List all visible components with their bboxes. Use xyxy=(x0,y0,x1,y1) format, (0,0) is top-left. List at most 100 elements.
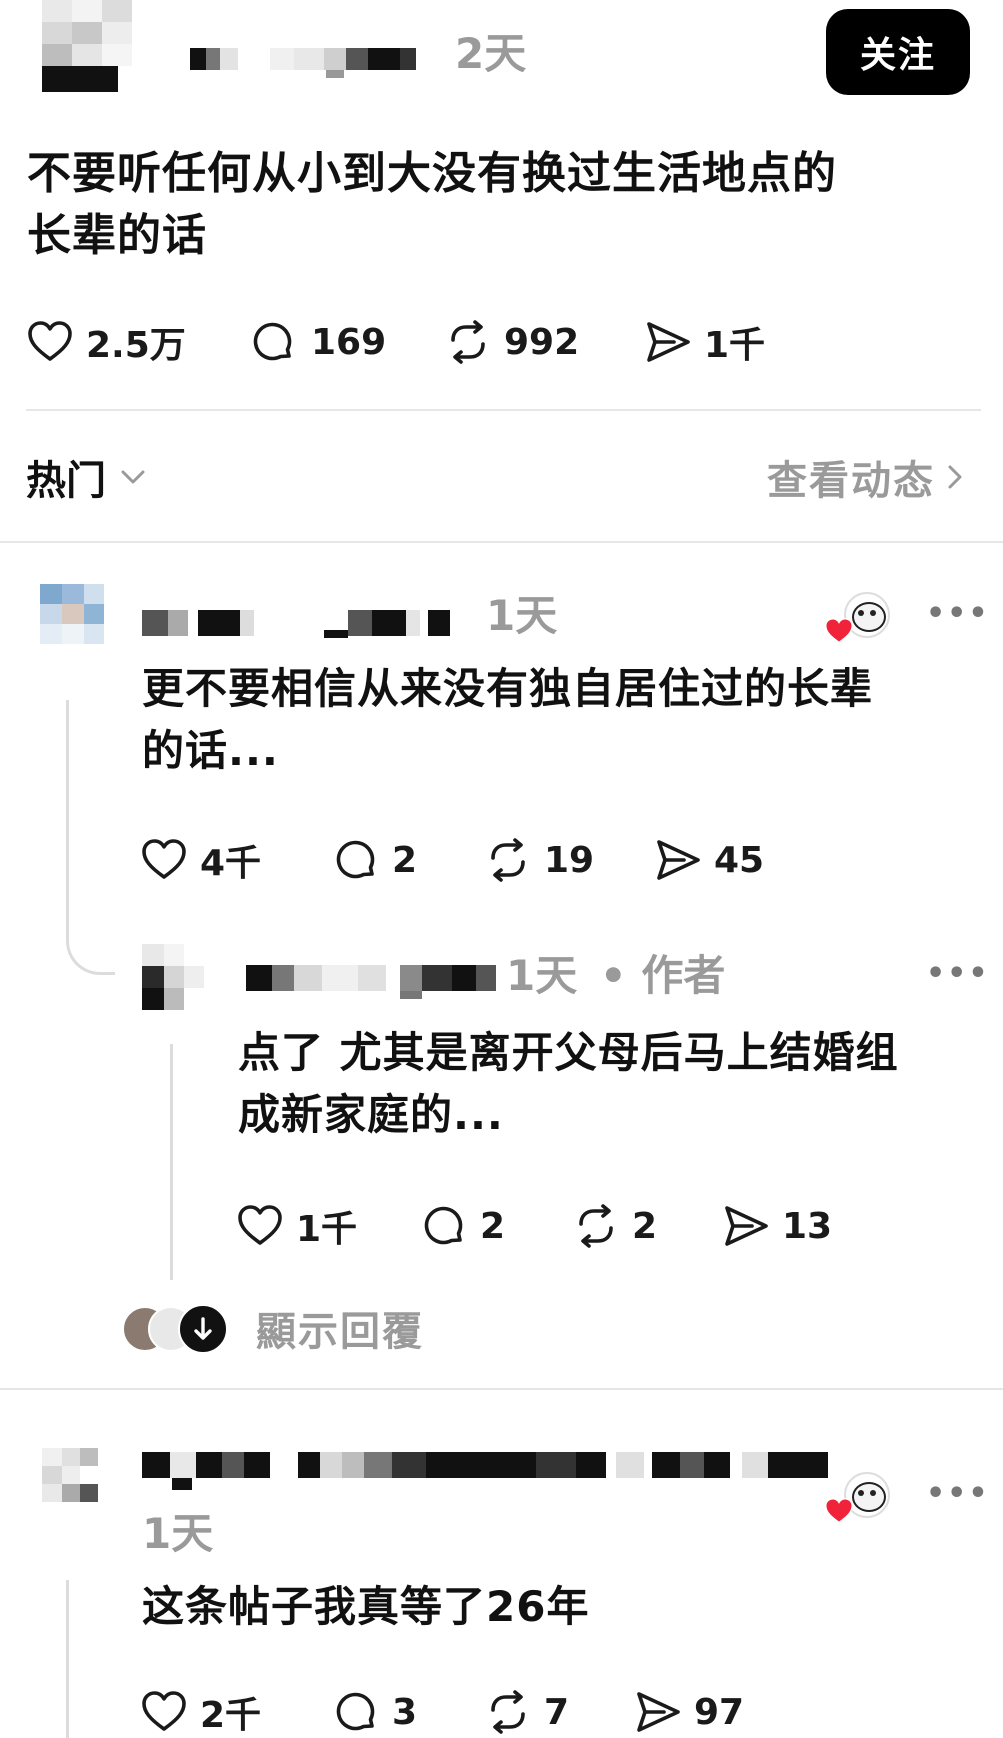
post-text: 不要听任何从小到大没有换过生活地点的 长辈的话 xyxy=(27,143,977,267)
arrow-down-icon xyxy=(178,1304,228,1354)
follow-button[interactable]: 关注 xyxy=(826,9,970,95)
repost-icon xyxy=(572,1202,620,1250)
like-button[interactable]: 4千 xyxy=(140,834,332,886)
reply-text: 更不要相信从来没有独自居住过的长辈 的话... xyxy=(142,658,982,782)
share-button[interactable]: 97 xyxy=(634,1688,764,1736)
thread-line xyxy=(170,1044,173,1280)
author-tag: • 作者 xyxy=(599,951,726,1000)
share-icon xyxy=(722,1202,770,1250)
view-activity-link[interactable]: 查看动态 xyxy=(767,448,967,506)
repost-button[interactable]: 19 xyxy=(484,836,654,884)
repost-icon xyxy=(484,1688,532,1736)
more-icon[interactable]: ••• xyxy=(926,1476,990,1511)
reply-username[interactable] xyxy=(142,1452,832,1492)
more-icon[interactable]: ••• xyxy=(926,956,990,991)
repost-button[interactable]: 2 xyxy=(572,1202,722,1250)
comment-count: 169 xyxy=(311,321,387,363)
heart-filled-icon xyxy=(825,618,853,644)
share-count: 1千 xyxy=(704,325,766,366)
comment-count: 2 xyxy=(480,1205,506,1247)
comment-icon xyxy=(249,318,297,366)
nested-avatar[interactable] xyxy=(142,944,204,1010)
sort-label: 热门 xyxy=(26,458,106,504)
like-button[interactable]: 1千 xyxy=(236,1200,420,1252)
nested-text: 点了 尤其是离开父母后马上结婚组 成新家庭的... xyxy=(238,1022,988,1146)
reply-text-line: 更不要相信从来没有独自居住过的长辈 xyxy=(142,664,874,713)
comment-button[interactable]: 2 xyxy=(332,836,484,884)
comment-count: 2 xyxy=(392,839,418,881)
share-icon xyxy=(634,1688,682,1736)
comment-icon xyxy=(420,1202,468,1250)
like-count: 4千 xyxy=(200,843,262,884)
share-count: 45 xyxy=(714,839,765,881)
repost-icon xyxy=(444,318,492,366)
reply-time: 1天 xyxy=(142,1509,214,1558)
post-time: 2天 xyxy=(455,29,527,78)
divider xyxy=(26,409,981,411)
nested-time-value: 1天 xyxy=(506,951,578,1000)
nested-text-line: 成新家庭的... xyxy=(238,1090,504,1139)
reply-actions: 2千 3 7 97 xyxy=(140,1688,764,1736)
heart-icon xyxy=(236,1202,284,1250)
repost-button[interactable]: 992 xyxy=(444,318,644,366)
share-button[interactable]: 13 xyxy=(722,1202,852,1250)
share-count: 97 xyxy=(694,1691,745,1733)
share-icon xyxy=(654,836,702,884)
share-button[interactable]: 45 xyxy=(654,836,784,884)
heart-filled-icon xyxy=(825,1498,853,1524)
more-icon[interactable]: ••• xyxy=(926,596,990,631)
comment-button[interactable]: 3 xyxy=(332,1688,484,1736)
comment-button[interactable]: 2 xyxy=(420,1202,572,1250)
like-button[interactable]: 2千 xyxy=(140,1686,332,1738)
repost-count: 2 xyxy=(632,1205,658,1247)
heart-icon xyxy=(140,836,188,884)
post-avatar[interactable] xyxy=(36,0,136,100)
heart-icon xyxy=(26,318,74,366)
author-liked-badge xyxy=(824,1472,890,1528)
share-button[interactable]: 1千 xyxy=(644,316,794,368)
comment-count: 3 xyxy=(392,1691,418,1733)
reply-actions: 4千 2 19 45 xyxy=(140,836,784,884)
share-count: 13 xyxy=(782,1205,833,1247)
chevron-right-icon xyxy=(948,465,962,489)
post-text-line: 长辈的话 xyxy=(27,210,207,261)
reply-avatar[interactable] xyxy=(42,1448,98,1516)
share-icon xyxy=(644,318,692,366)
comment-icon xyxy=(332,1688,380,1736)
author-liked-badge xyxy=(824,592,890,648)
nested-username[interactable] xyxy=(246,965,496,999)
reply-avatars-stack xyxy=(122,1304,228,1354)
repost-button[interactable]: 7 xyxy=(484,1688,634,1736)
repost-count: 992 xyxy=(504,321,580,363)
post-text-line: 不要听任何从小到大没有换过生活地点的 xyxy=(27,148,837,199)
reply-time: 1天 xyxy=(486,591,558,640)
nested-actions: 1千 2 2 13 xyxy=(236,1202,852,1250)
view-activity-label: 查看动态 xyxy=(767,458,935,504)
like-count: 2千 xyxy=(200,1695,262,1736)
repost-icon xyxy=(484,836,532,884)
nested-time: 1天 • 作者 xyxy=(506,948,725,1004)
sort-dropdown[interactable]: 热门 xyxy=(26,448,148,506)
show-replies-label: 顯示回覆 xyxy=(256,1309,424,1355)
reply-text: 这条帖子我真等了26年 xyxy=(142,1582,590,1631)
divider xyxy=(0,541,1003,543)
like-count: 2.5万 xyxy=(86,325,186,366)
thread-curve xyxy=(66,900,115,975)
heart-icon xyxy=(140,1688,188,1736)
chevron-down-icon xyxy=(121,470,145,484)
like-button[interactable]: 2.5万 xyxy=(26,316,249,368)
post-username[interactable] xyxy=(190,44,450,78)
repost-count: 19 xyxy=(544,839,595,881)
show-replies-button[interactable]: 顯示回覆 xyxy=(122,1304,424,1355)
post-actions: 2.5万 169 992 1千 xyxy=(26,318,794,366)
repost-count: 7 xyxy=(544,1691,570,1733)
comment-icon xyxy=(332,836,380,884)
reply-text-line: 的话... xyxy=(142,726,279,775)
divider xyxy=(0,1388,1003,1390)
like-count: 1千 xyxy=(296,1209,358,1250)
reply-username[interactable] xyxy=(142,610,452,640)
reply-avatar[interactable] xyxy=(40,584,104,660)
comment-button[interactable]: 169 xyxy=(249,318,444,366)
nested-text-line: 点了 尤其是离开父母后马上结婚组 xyxy=(238,1028,899,1077)
thread-line xyxy=(66,1580,69,1738)
